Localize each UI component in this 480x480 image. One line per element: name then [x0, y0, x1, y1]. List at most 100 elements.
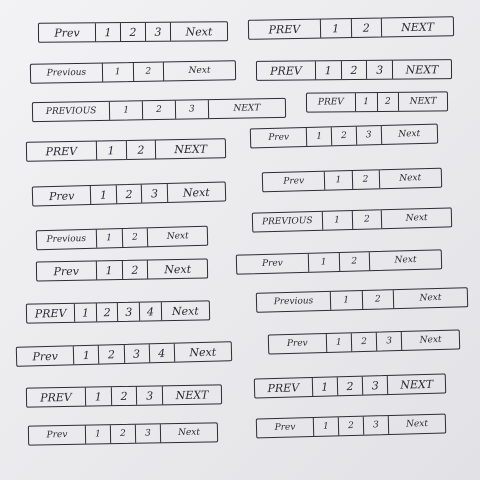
- page-3-button[interactable]: 3: [136, 386, 163, 405]
- next-button[interactable]: Next: [378, 168, 442, 189]
- page-2-button[interactable]: 2: [350, 18, 382, 38]
- page-3-button[interactable]: 3: [144, 22, 171, 41]
- page-1-button[interactable]: 1: [84, 387, 111, 406]
- page-3-button[interactable]: 3: [140, 184, 167, 203]
- page-4-button[interactable]: 4: [138, 302, 161, 321]
- page-1-button[interactable]: 1: [306, 127, 332, 146]
- page-1-button[interactable]: 1: [74, 303, 97, 322]
- page-1-button[interactable]: 1: [94, 23, 121, 42]
- next-button[interactable]: Next: [160, 301, 210, 321]
- next-button[interactable]: NEXT: [381, 17, 454, 37]
- previous-button[interactable]: Previous: [37, 230, 96, 250]
- page-2-button[interactable]: 2: [350, 332, 377, 352]
- page-1-button[interactable]: 1: [101, 63, 133, 82]
- prev-button[interactable]: Prev: [251, 128, 307, 147]
- next-button[interactable]: Next: [169, 22, 228, 41]
- next-button[interactable]: Next: [380, 124, 438, 145]
- next-button[interactable]: Next: [173, 342, 232, 362]
- page-3-button[interactable]: 3: [366, 60, 393, 79]
- page-2-button[interactable]: 2: [125, 140, 156, 160]
- page-1-button[interactable]: 1: [325, 333, 352, 353]
- page-1-button[interactable]: 1: [324, 171, 352, 190]
- previous-button[interactable]: Previous: [257, 292, 330, 312]
- prev-button[interactable]: Prev: [39, 23, 95, 41]
- prev-button[interactable]: Prev: [269, 334, 326, 353]
- page-2-button[interactable]: 2: [351, 210, 382, 230]
- page-1-button[interactable]: 1: [90, 185, 116, 205]
- page-1-button[interactable]: 1: [84, 425, 111, 444]
- page-2-button[interactable]: 2: [141, 100, 176, 120]
- page-1-button[interactable]: 1: [307, 253, 339, 272]
- next-button[interactable]: NEXT: [392, 60, 452, 79]
- prev-button[interactable]: Prev: [17, 346, 74, 365]
- page-2-button[interactable]: 2: [336, 376, 363, 396]
- prev-button[interactable]: PREV: [249, 20, 320, 39]
- page-2-button[interactable]: 2: [351, 170, 379, 190]
- next-button[interactable]: Next: [401, 330, 460, 351]
- page-2-button[interactable]: 2: [330, 126, 357, 146]
- page-2-button[interactable]: 2: [337, 416, 364, 436]
- prev-button[interactable]: PREV: [27, 304, 75, 323]
- prev-button[interactable]: PREV: [255, 378, 312, 397]
- page-2-button[interactable]: 2: [110, 386, 137, 406]
- previous-button[interactable]: PREVIOUS: [33, 102, 110, 121]
- page-4-button[interactable]: 4: [148, 343, 174, 363]
- page-1-button[interactable]: 1: [314, 61, 341, 80]
- prev-button[interactable]: Prev: [29, 426, 85, 445]
- next-button[interactable]: Next: [163, 61, 236, 81]
- next-button[interactable]: Next: [381, 208, 452, 229]
- page-3-button[interactable]: 3: [361, 376, 388, 395]
- next-button[interactable]: Next: [166, 182, 226, 203]
- page-2-button[interactable]: 2: [361, 290, 394, 310]
- page-1-button[interactable]: 1: [95, 141, 126, 160]
- next-button[interactable]: NEXT: [155, 139, 226, 159]
- page-1-button[interactable]: 1: [95, 261, 122, 280]
- page-1-button[interactable]: 1: [73, 345, 99, 365]
- page-3-button[interactable]: 3: [123, 344, 149, 364]
- next-button[interactable]: Next: [159, 423, 218, 443]
- page-3-button[interactable]: 3: [134, 424, 161, 443]
- page-1-button[interactable]: 1: [311, 377, 338, 397]
- page-2-button[interactable]: 2: [338, 252, 370, 272]
- page-2-button[interactable]: 2: [132, 62, 164, 82]
- page-2-button[interactable]: 2: [109, 424, 136, 444]
- prev-button[interactable]: PREV: [27, 388, 85, 407]
- page-1-button[interactable]: 1: [95, 229, 122, 248]
- prev-button[interactable]: Prev: [257, 418, 313, 437]
- page-1-button[interactable]: 1: [312, 417, 339, 436]
- page-3-button[interactable]: 3: [174, 100, 208, 119]
- page-1-button[interactable]: 1: [109, 101, 143, 120]
- next-button[interactable]: Next: [147, 226, 208, 247]
- prev-button[interactable]: Prev: [33, 186, 91, 205]
- prev-button[interactable]: PREV: [27, 142, 96, 161]
- page-1-button[interactable]: 1: [354, 93, 377, 112]
- prev-button[interactable]: Prev: [237, 254, 308, 274]
- prev-button[interactable]: PREV: [257, 61, 315, 80]
- page-1-button[interactable]: 1: [321, 211, 352, 230]
- page-3-button[interactable]: 3: [375, 332, 402, 351]
- next-button[interactable]: Next: [392, 288, 468, 309]
- page-2-button[interactable]: 2: [115, 184, 142, 204]
- page-1-button[interactable]: 1: [329, 291, 362, 310]
- page-1-button[interactable]: 1: [319, 19, 351, 38]
- page-2-button[interactable]: 2: [376, 92, 399, 112]
- page-2-button[interactable]: 2: [95, 303, 118, 322]
- page-2-button[interactable]: 2: [121, 228, 148, 248]
- next-button[interactable]: Next: [368, 250, 442, 271]
- prev-button[interactable]: Prev: [263, 172, 325, 192]
- previous-button[interactable]: Previous: [31, 64, 102, 83]
- page-2-button[interactable]: 2: [340, 60, 367, 80]
- prev-button[interactable]: Prev: [37, 261, 96, 280]
- next-button[interactable]: NEXT: [387, 374, 446, 395]
- next-button[interactable]: Next: [147, 259, 208, 279]
- page-2-button[interactable]: 2: [119, 22, 146, 42]
- page-2-button[interactable]: 2: [98, 345, 124, 364]
- next-button[interactable]: NEXT: [398, 92, 448, 111]
- page-2-button[interactable]: 2: [121, 260, 148, 280]
- prev-button[interactable]: PREV: [307, 93, 355, 111]
- next-button[interactable]: Next: [387, 414, 446, 435]
- next-button[interactable]: NEXT: [161, 385, 222, 405]
- page-3-button[interactable]: 3: [355, 126, 381, 145]
- page-3-button[interactable]: 3: [362, 416, 389, 435]
- previous-button[interactable]: PREVIOUS: [253, 212, 322, 232]
